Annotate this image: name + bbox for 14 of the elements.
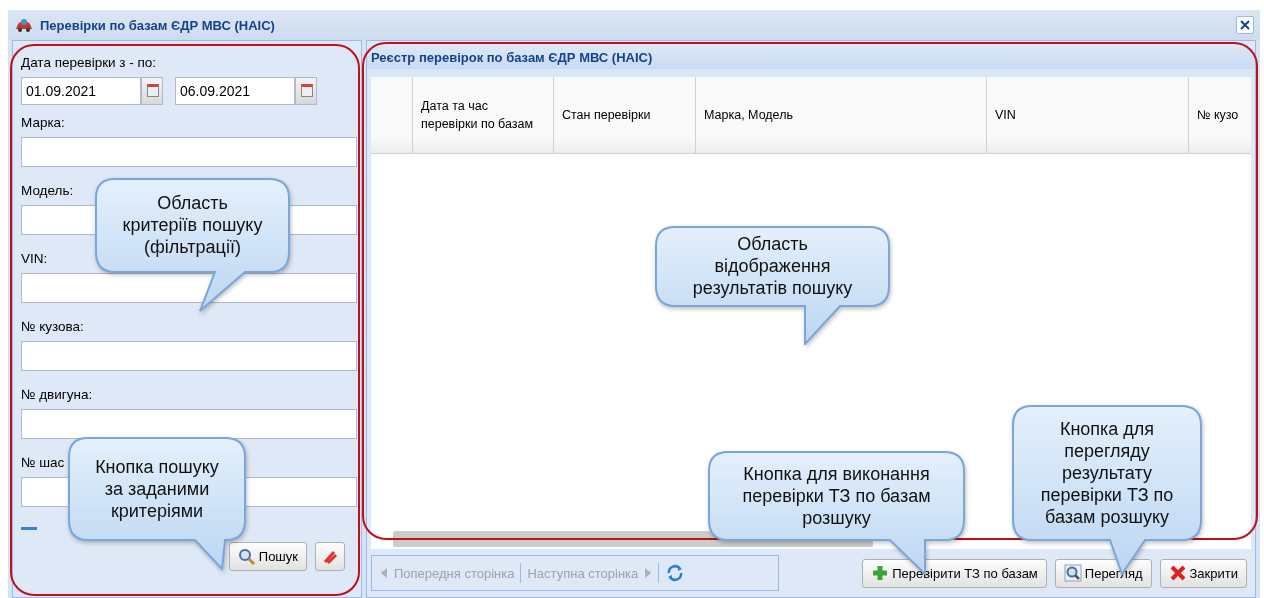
callout-text: Кнопка пошуку за заданими критеріями (94, 455, 220, 522)
field-label: Марка: (21, 114, 65, 132)
field-label: № двигуна: (21, 386, 93, 404)
field-label: № кузова: (21, 318, 84, 336)
callout-text: Кнопка для виконання перевірки ТЗ по базам розшуку (741, 462, 932, 529)
date-label: Дата перевірки з - по: (21, 54, 157, 72)
callout-text: Кнопка для перегляду результату перевірки ТЗ по базам розшуку (1039, 417, 1175, 528)
field-label: VIN: (21, 250, 48, 268)
field-label: № шас (21, 454, 65, 472)
grid-title: Реєстр перевірок по базам ЄДР МВС (НАІС) (367, 47, 1255, 69)
window-title: Перевірки по базам ЄДР МВС (НАІС) (40, 17, 275, 33)
field-label: Модель: (21, 182, 74, 200)
callout-text: Область критеріїв пошуку (фільтрації) (121, 192, 264, 258)
callout-text: Область відображення результатів пошуку (691, 233, 854, 299)
